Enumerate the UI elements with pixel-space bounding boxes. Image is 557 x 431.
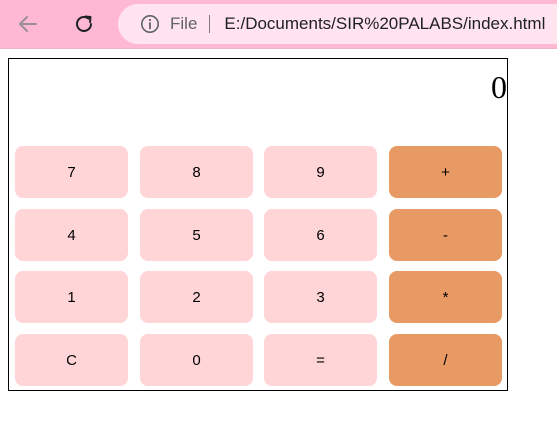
key-2[interactable]: 2 bbox=[140, 271, 253, 323]
info-icon bbox=[141, 15, 159, 33]
key-0[interactable]: 0 bbox=[140, 334, 253, 386]
reload-button[interactable] bbox=[67, 8, 101, 40]
key-3[interactable]: 3 bbox=[264, 271, 377, 323]
key-multiply[interactable]: * bbox=[389, 271, 502, 323]
site-info-button[interactable]: File bbox=[140, 4, 197, 44]
calculator-display: 0 bbox=[491, 69, 507, 105]
toolbar-divider bbox=[0, 48, 557, 49]
key-6[interactable]: 6 bbox=[264, 209, 377, 261]
site-info-label: File bbox=[170, 14, 198, 33]
address-separator bbox=[209, 15, 211, 33]
key-clear[interactable]: C bbox=[15, 334, 128, 386]
key-plus[interactable]: + bbox=[389, 146, 502, 198]
key-1[interactable]: 1 bbox=[15, 271, 128, 323]
key-9[interactable]: 9 bbox=[264, 146, 377, 198]
back-button[interactable] bbox=[11, 8, 45, 40]
reload-icon bbox=[76, 15, 92, 32]
address-bar[interactable]: File E:/Documents/SIR%20PALABS/index.htm… bbox=[118, 4, 557, 44]
calculator: 0 7 8 9 + 4 5 6 - 1 2 3 * C 0 = / bbox=[8, 58, 508, 391]
key-5[interactable]: 5 bbox=[140, 209, 253, 261]
key-divide[interactable]: / bbox=[389, 334, 502, 386]
browser-toolbar: File E:/Documents/SIR%20PALABS/index.htm… bbox=[0, 0, 557, 48]
key-7[interactable]: 7 bbox=[15, 146, 128, 198]
key-equals[interactable]: = bbox=[264, 334, 377, 386]
key-8[interactable]: 8 bbox=[140, 146, 253, 198]
back-arrow-icon bbox=[19, 16, 37, 32]
url-text[interactable]: E:/Documents/SIR%20PALABS/index.html bbox=[224, 14, 545, 34]
key-4[interactable]: 4 bbox=[15, 209, 128, 261]
key-minus[interactable]: - bbox=[389, 209, 502, 261]
